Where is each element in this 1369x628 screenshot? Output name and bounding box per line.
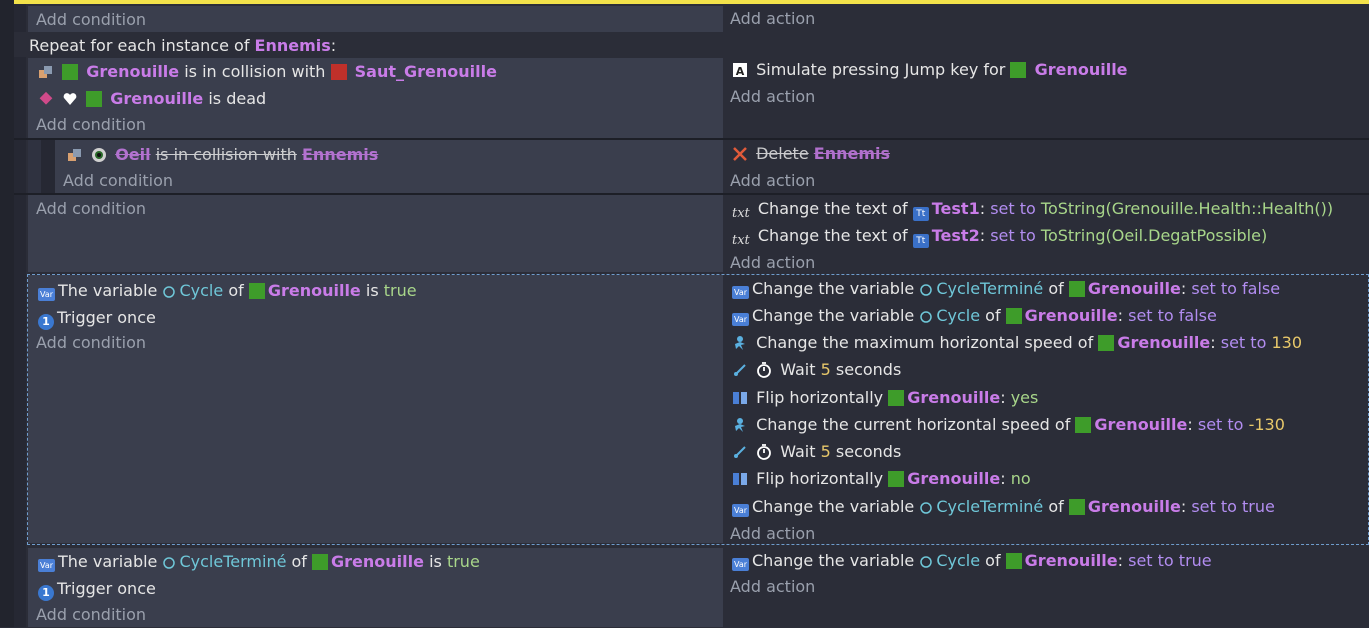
add-action-link[interactable]: Add action [730, 84, 815, 110]
action-current-horizontal-speed[interactable]: Change the current horizontal speed of G… [732, 412, 1285, 438]
sprite-icon [888, 471, 905, 487]
condition-variable-cycletermine[interactable]: Var The variable CycleTerminé of Grenouil… [38, 549, 480, 575]
variable-icon: Var [38, 559, 55, 572]
variable-scope-icon [919, 497, 933, 523]
text-object-icon: Tt [912, 234, 929, 248]
sub-event-indent [28, 140, 41, 193]
action-flip-horizontally[interactable]: Flip horizontally Grenouille: yes [732, 385, 1038, 411]
add-condition-link[interactable]: Add condition [36, 196, 146, 222]
event-gutter[interactable] [0, 0, 14, 627]
variable-icon: Var [732, 313, 749, 326]
selection-top-bar [0, 0, 1369, 4]
repeat-header-text: Repeat for each instance of Ennemis: [29, 36, 337, 55]
action-max-horizontal-speed[interactable]: Change the maximum horizontal speed of G… [732, 330, 1302, 356]
action-wait[interactable]: Wait 5 seconds [732, 357, 901, 383]
sprite-icon [1010, 62, 1027, 78]
add-condition-link[interactable]: Add condition [63, 168, 173, 194]
text-object-icon: Tt [912, 207, 929, 221]
platformer-icon [732, 333, 748, 359]
sprite-icon [86, 91, 103, 107]
add-condition-link[interactable]: Add condition [36, 112, 146, 138]
variable-icon: Var [38, 288, 55, 301]
flip-icon [732, 469, 748, 495]
collision-icon [38, 62, 54, 88]
flip-icon [732, 388, 748, 414]
sprite-icon [1005, 553, 1022, 569]
action-delete[interactable]: Delete Ennemis [732, 141, 890, 167]
trigger-once-icon: 1 [38, 585, 54, 601]
condition-collision[interactable]: Grenouille is in collision with Saut_Gre… [38, 59, 497, 85]
condition-trigger-once[interactable]: 1 Trigger once [38, 576, 156, 602]
platformer-icon [732, 415, 748, 441]
action-change-text-test1[interactable]: txt Change the text of Tt Test1: set to T… [732, 196, 1333, 222]
async-icon [732, 360, 748, 386]
sprite-icon [1068, 499, 1085, 515]
action-change-variable[interactable]: Var Change the variable CycleTerminé of G… [732, 494, 1275, 520]
action-change-variable[interactable]: Var Change the variable Cycle of Grenouil… [732, 548, 1212, 574]
sprite-icon [312, 554, 329, 570]
variable-icon: Var [732, 558, 749, 571]
condition-is-dead[interactable]: Grenouille is dead [38, 86, 266, 112]
stopwatch-icon [756, 360, 772, 386]
sprite-icon [248, 283, 265, 299]
action-change-variable[interactable]: Var Change the variable Cycle of Grenouil… [732, 303, 1217, 329]
add-condition-link[interactable]: Add condition [36, 602, 146, 628]
sprite-icon [1068, 281, 1085, 297]
add-action-link[interactable]: Add action [730, 168, 815, 194]
variable-scope-icon [919, 279, 933, 305]
condition-oeil-collision[interactable]: Oeil is in collision with Ennemis [67, 142, 378, 168]
condition-variable-cycle[interactable]: Var The variable Cycle of Grenouille is t… [38, 278, 417, 304]
object-name: Ennemis [254, 36, 331, 55]
action-change-variable[interactable]: Var Change the variable CycleTerminé of G… [732, 276, 1280, 302]
variable-scope-icon [919, 306, 933, 332]
action-simulate-jump[interactable]: A Simulate pressing Jump key for Grenoui… [732, 57, 1128, 83]
action-flip-horizontally[interactable]: Flip horizontally Grenouille: no [732, 466, 1031, 492]
add-condition-link[interactable]: Add condition [36, 7, 146, 33]
action-wait[interactable]: Wait 5 seconds [732, 439, 901, 465]
sprite-icon [1075, 417, 1092, 433]
trigger-once-icon: 1 [38, 314, 54, 330]
sprite-icon [1005, 308, 1022, 324]
variable-scope-icon [162, 552, 176, 578]
add-action-link[interactable]: Add action [730, 6, 815, 32]
stopwatch-icon [756, 442, 772, 468]
svg-text:A: A [736, 65, 745, 78]
add-action-link[interactable]: Add action [730, 250, 815, 276]
add-action-link[interactable]: Add action [730, 521, 815, 547]
add-action-link[interactable]: Add action [730, 574, 815, 600]
action-change-text-test2[interactable]: txt Change the text of Tt Test2: set to T… [732, 223, 1267, 249]
sprite-icon [1098, 335, 1115, 351]
sub-event-gutter [41, 140, 55, 193]
variable-icon: Var [732, 286, 749, 299]
delete-x-icon [732, 144, 748, 170]
variable-scope-icon [919, 551, 933, 577]
variable-icon: Var [732, 504, 749, 517]
variable-scope-icon [162, 281, 176, 307]
keyboard-a-icon: A [732, 60, 748, 86]
sprite-icon [888, 390, 905, 406]
add-condition-link[interactable]: Add condition [36, 330, 146, 356]
async-icon [732, 442, 748, 468]
sprite-icon [330, 64, 347, 80]
event-gutter-inner [14, 4, 26, 627]
condition-trigger-once[interactable]: 1 Trigger once [38, 305, 156, 331]
sprite-icon [62, 64, 79, 80]
